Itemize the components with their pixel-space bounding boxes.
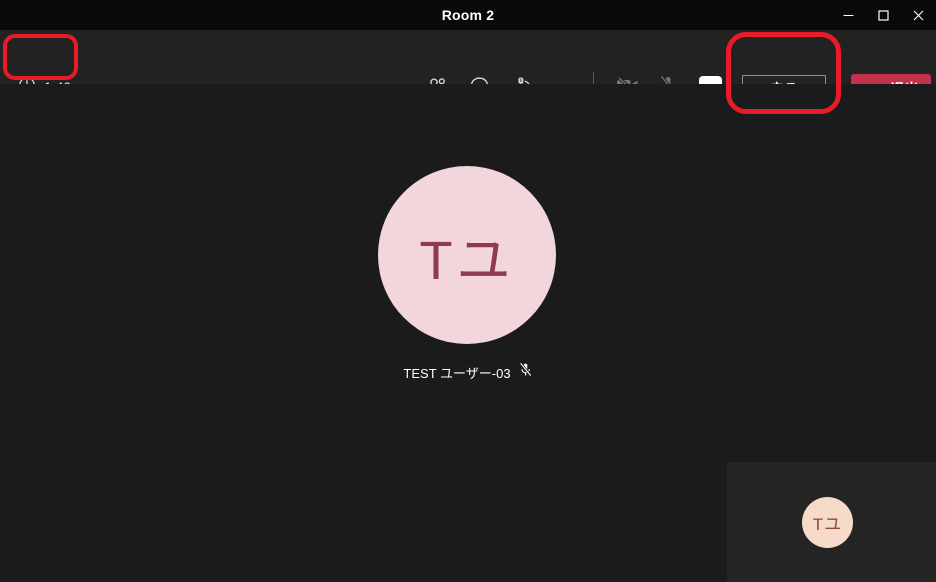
self-avatar: Tユ <box>802 497 853 548</box>
self-initials: Tユ <box>812 515 843 534</box>
maximize-button[interactable] <box>866 0 901 30</box>
meeting-toolbar: 1:49 <box>0 30 936 135</box>
titlebar: Room 2 <box>0 0 936 30</box>
participant-muted-icon <box>518 362 533 383</box>
close-icon <box>913 10 924 21</box>
close-button[interactable] <box>901 0 936 30</box>
participant-name-row: TEST ユーザー-03 <box>0 362 936 383</box>
self-view-tile[interactable]: Tユ <box>727 462 936 582</box>
participant-name: TEST ユーザー-03 <box>403 366 511 381</box>
maximize-icon <box>878 9 889 21</box>
window-title: Room 2 <box>441 7 495 23</box>
meeting-window: Room 2 Tユ TEST ユーザー-03 Tユ <box>0 0 936 582</box>
minimize-icon <box>843 10 854 21</box>
participant-avatar: Tユ <box>378 166 556 344</box>
participant-initials: Tユ <box>419 230 515 291</box>
minimize-button[interactable] <box>831 0 866 30</box>
window-controls <box>831 0 936 30</box>
